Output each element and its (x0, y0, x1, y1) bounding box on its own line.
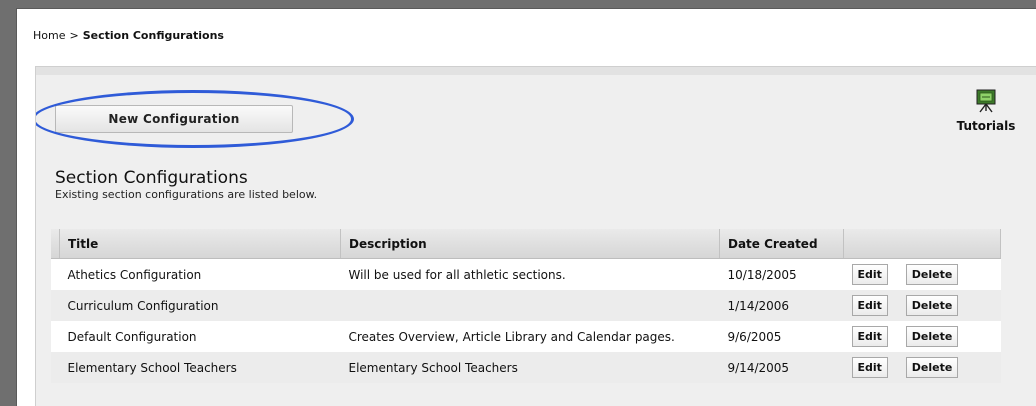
breadcrumb-home[interactable]: Home (33, 29, 65, 42)
tutorials-link[interactable]: Tutorials (946, 89, 1026, 133)
row-actions: Edit Delete (843, 352, 1001, 383)
presentation-easel-icon (976, 89, 996, 113)
configurations-table: Title Description Date Created Athetics … (51, 229, 1001, 383)
column-header-title[interactable]: Title (59, 229, 341, 259)
section-title: Section Configurations (55, 168, 248, 188)
table-header-row: Title Description Date Created (51, 229, 1001, 259)
row-date-created: 9/14/2005 (719, 352, 844, 383)
row-title: Athetics Configuration (59, 258, 341, 290)
row-actions: Edit Delete (843, 321, 1001, 352)
row-actions: Edit Delete (843, 258, 1001, 290)
row-title: Default Configuration (59, 321, 341, 352)
tutorials-label: Tutorials (956, 119, 1016, 133)
row-description (340, 290, 720, 321)
delete-button[interactable]: Delete (905, 357, 959, 378)
row-description: Creates Overview, Article Library and Ca… (340, 321, 720, 352)
column-header-description[interactable]: Description (340, 229, 720, 259)
row-date-created: 10/18/2005 (719, 258, 844, 290)
delete-button[interactable]: Delete (905, 264, 959, 285)
column-header-actions (843, 229, 1001, 259)
edit-button[interactable]: Edit (851, 357, 888, 378)
section-subtitle: Existing section configurations are list… (55, 188, 318, 201)
panel-top-band (36, 67, 1036, 75)
row-description: Will be used for all athletic sections. (340, 258, 720, 290)
table-row: Default Configuration Creates Overview, … (51, 321, 1001, 352)
edit-button[interactable]: Edit (851, 264, 888, 285)
row-title: Curriculum Configuration (59, 290, 341, 321)
row-description-text: Creates Overview, Article Library and Ca… (348, 329, 675, 344)
breadcrumb-current: Section Configurations (82, 29, 224, 42)
app-frame: Home > Section Configurations New Configur… (16, 8, 1036, 406)
breadcrumb: Home > Section Configurations (33, 29, 224, 42)
row-actions: Edit Delete (843, 290, 1001, 321)
row-description: Elementary School Teachers (340, 352, 720, 383)
table-row: Athetics Configuration Will be used for … (51, 258, 1001, 290)
row-date-created: 9/6/2005 (719, 321, 844, 352)
row-date-created: 1/14/2006 (719, 290, 844, 321)
breadcrumb-separator: > (69, 29, 79, 42)
header-lead-cell (51, 229, 60, 259)
new-configuration-button[interactable]: New Configuration (55, 105, 293, 133)
row-title: Elementary School Teachers (59, 352, 341, 383)
delete-button[interactable]: Delete (905, 326, 959, 347)
edit-button[interactable]: Edit (851, 295, 888, 316)
delete-button[interactable]: Delete (905, 295, 959, 316)
column-header-date-created[interactable]: Date Created (719, 229, 844, 259)
table-row: Elementary School Teachers Elementary Sc… (51, 352, 1001, 383)
table-row: Curriculum Configuration 1/14/2006 Edit … (51, 290, 1001, 321)
content-panel: New Configuration Tutorials Section Conf… (35, 66, 1036, 406)
edit-button[interactable]: Edit (851, 326, 888, 347)
